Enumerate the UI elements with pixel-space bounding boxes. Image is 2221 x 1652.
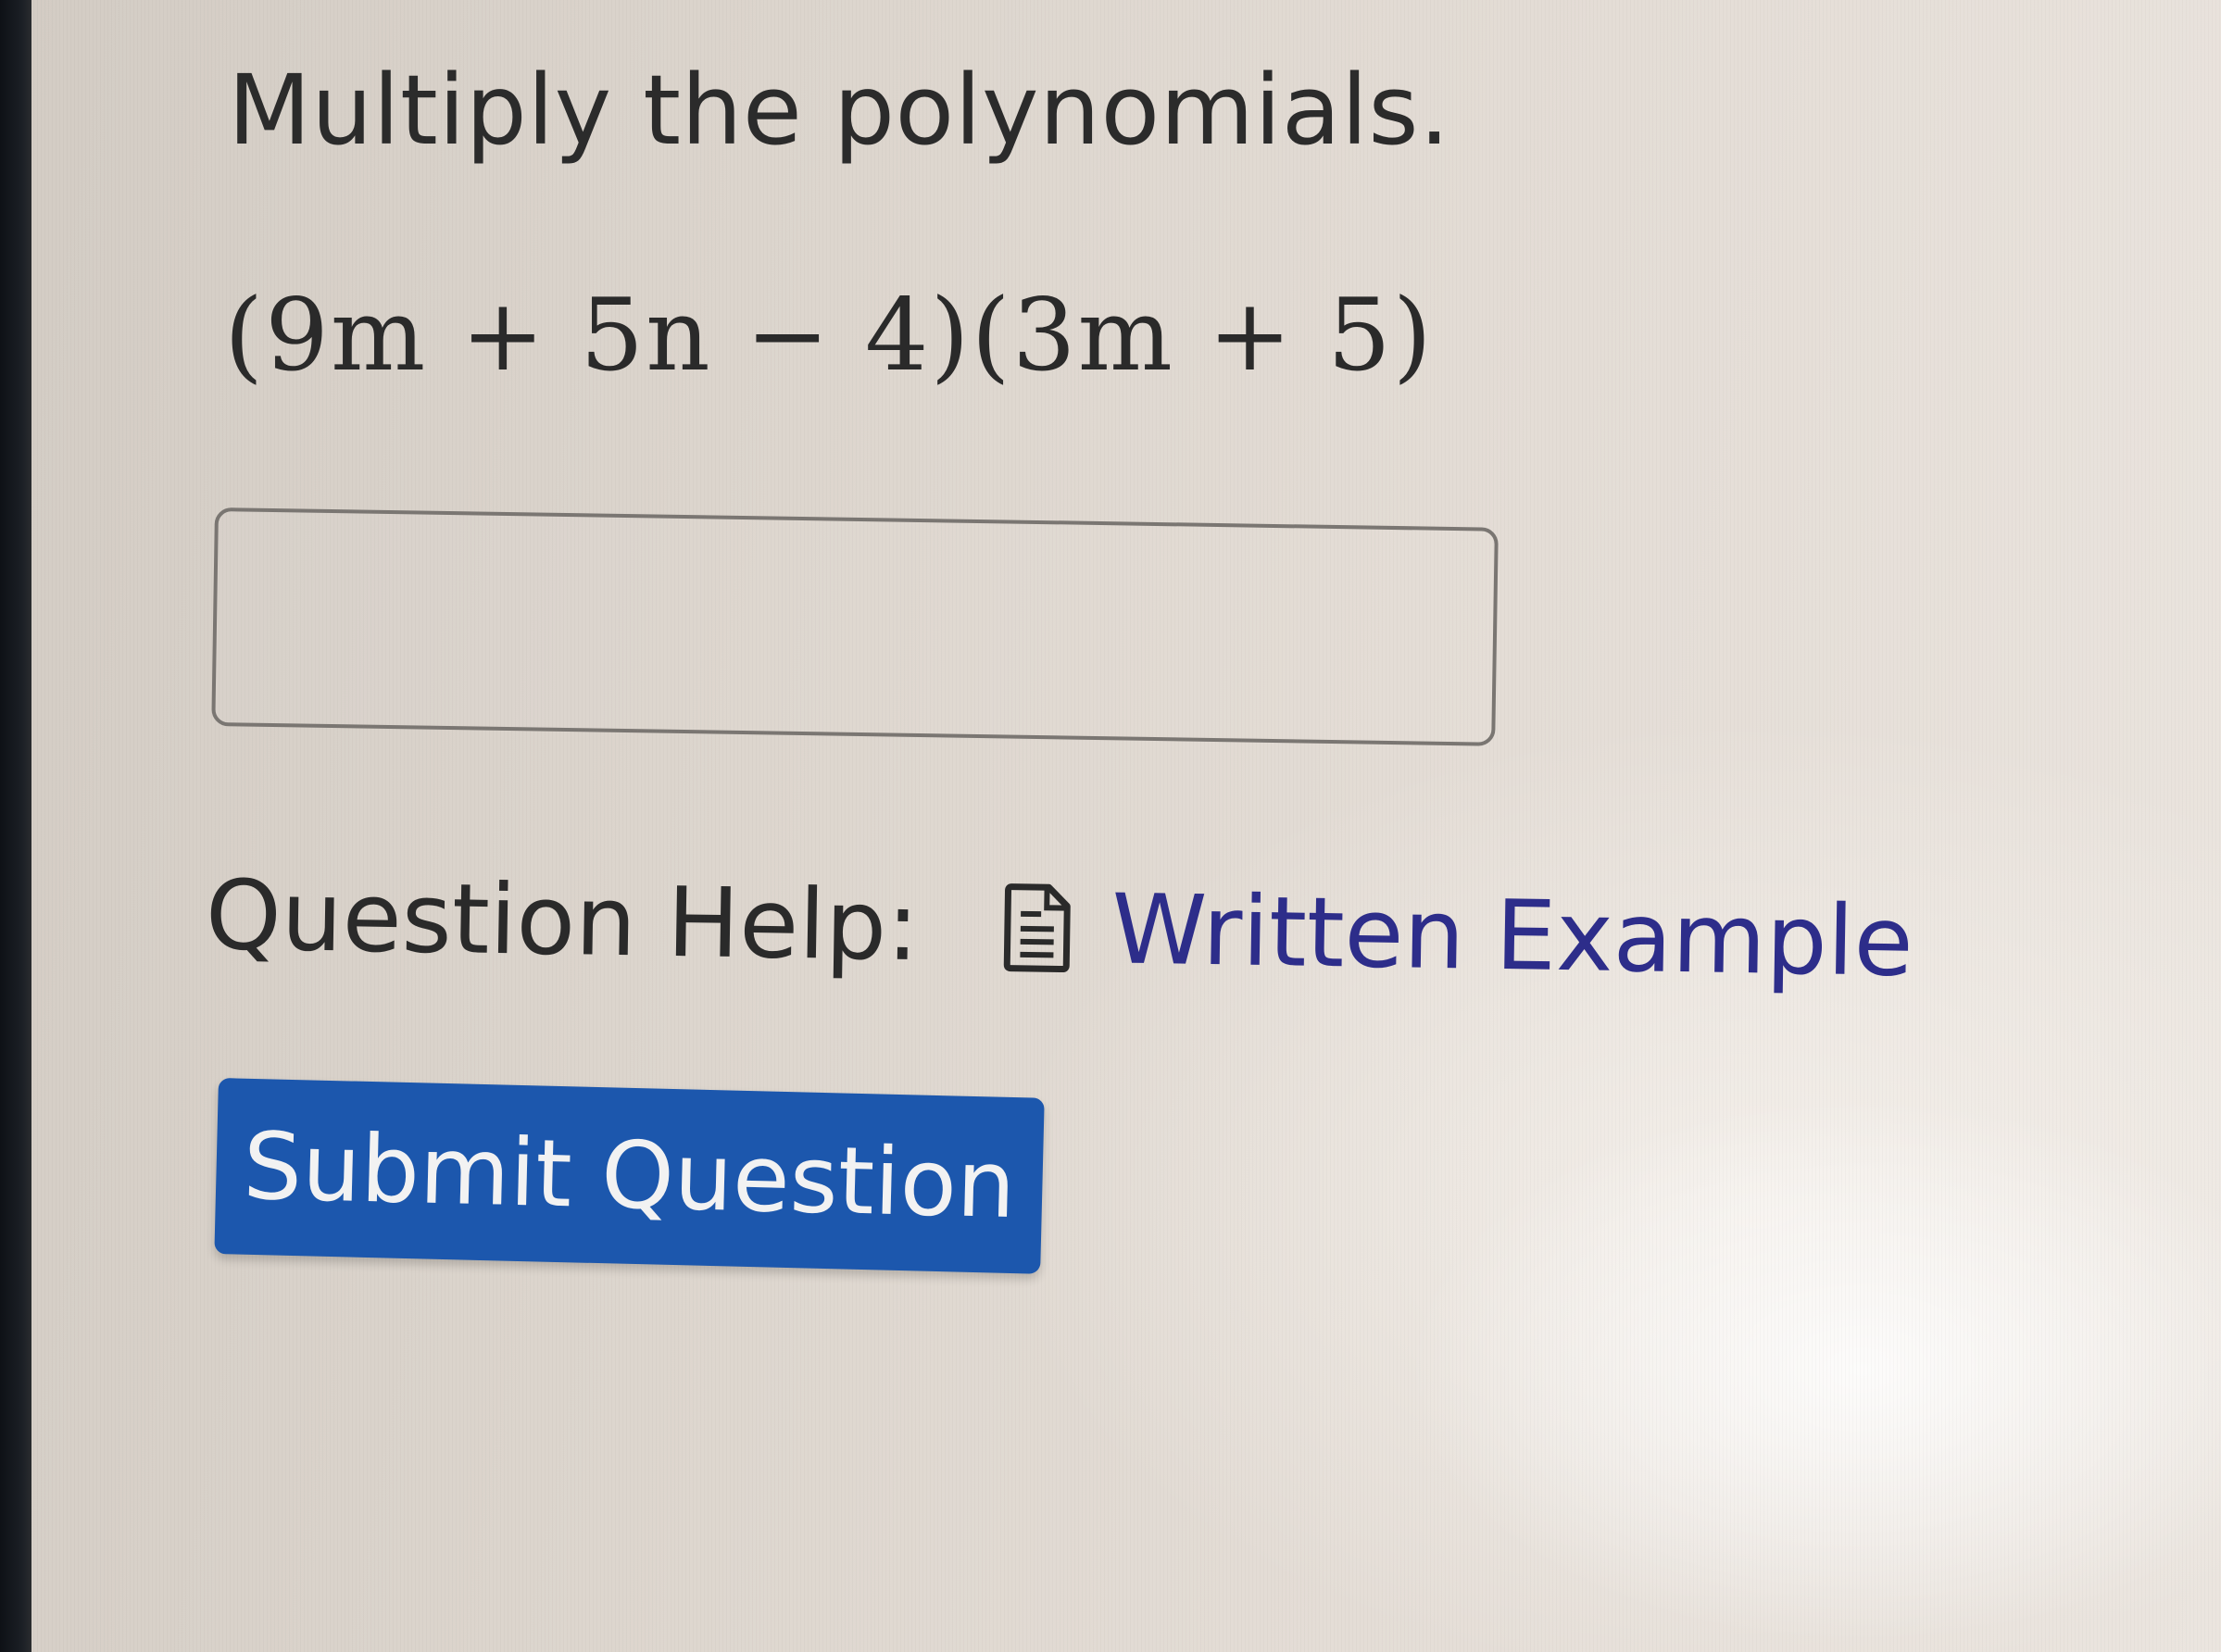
written-example-link[interactable]: Written Example — [1110, 872, 1914, 998]
question-help-label: Question Help: — [205, 858, 921, 983]
screen-background — [0, 0, 2221, 1652]
monitor-bezel — [0, 0, 31, 1652]
polynomial-expression: (9m + 5n − 4)(3m + 5) — [224, 278, 1434, 394]
answer-input[interactable] — [211, 507, 1499, 746]
question-title: Multiply the polynomials. — [228, 54, 1450, 167]
question-help-row: Question Help: Written Example — [205, 850, 1914, 1007]
submit-question-button[interactable]: Submit Question — [214, 1078, 1045, 1274]
document-icon[interactable] — [1001, 883, 1073, 973]
